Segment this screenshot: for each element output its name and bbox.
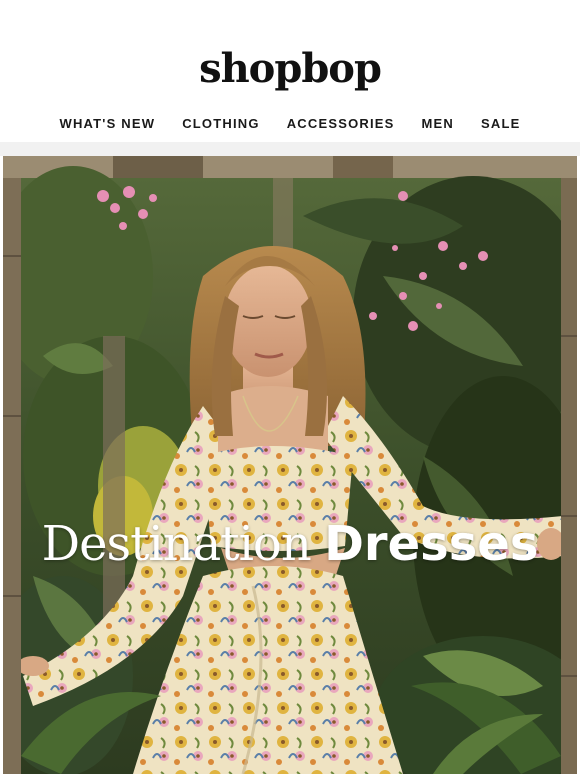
headline-light-word: Destination bbox=[41, 516, 312, 572]
header-divider bbox=[0, 142, 580, 156]
nav-item-whats-new[interactable]: WHAT'S NEW bbox=[59, 116, 155, 132]
main-nav: WHAT'S NEW CLOTHING ACCESSORIES MEN SALE bbox=[0, 116, 580, 132]
hero-banner[interactable]: Destination Dresses bbox=[3, 156, 577, 774]
shopbop-logo[interactable]: shopbop bbox=[0, 44, 580, 94]
nav-item-clothing[interactable]: CLOTHING bbox=[182, 116, 259, 132]
hero-headline: Destination Dresses bbox=[3, 516, 577, 573]
hero-image bbox=[3, 156, 577, 774]
email-page: shopbop WHAT'S NEW CLOTHING ACCESSORIES … bbox=[0, 0, 580, 774]
header: shopbop WHAT'S NEW CLOTHING ACCESSORIES … bbox=[0, 0, 580, 142]
nav-item-sale[interactable]: SALE bbox=[481, 116, 520, 132]
headline-bold-word: Dresses bbox=[324, 516, 539, 572]
nav-item-accessories[interactable]: ACCESSORIES bbox=[287, 116, 395, 132]
nav-item-men[interactable]: MEN bbox=[422, 116, 455, 132]
